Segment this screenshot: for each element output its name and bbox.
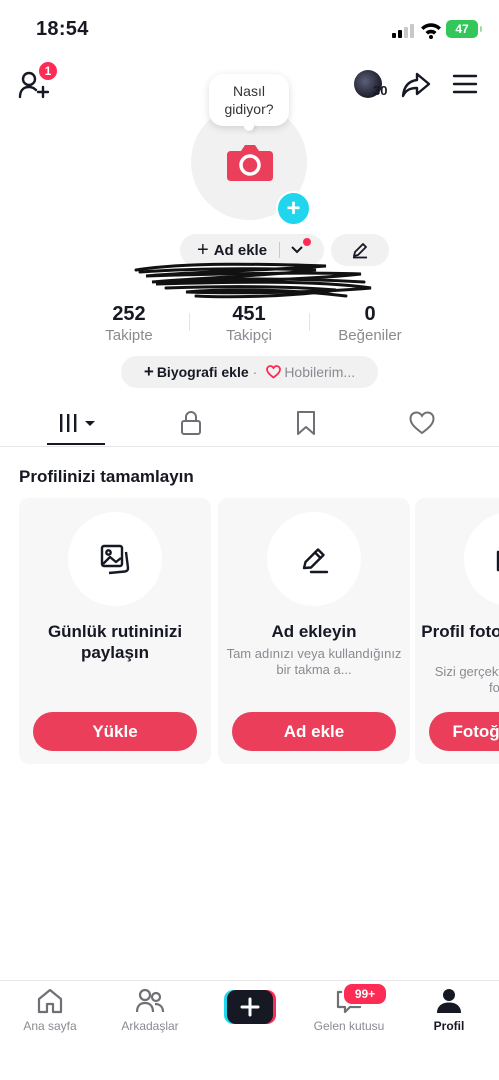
menu-icon[interactable] <box>452 73 478 95</box>
tab-liked[interactable] <box>404 408 440 438</box>
battery-icon: 47 <box>446 20 482 38</box>
stat-likes-count[interactable]: 0 <box>310 303 430 326</box>
redacted-username <box>134 262 372 299</box>
nav-inbox-label: Gelen kutusu <box>313 1019 385 1033</box>
card-icon-circle <box>68 512 162 606</box>
share-icon[interactable] <box>400 70 432 100</box>
camera-icon <box>227 145 273 181</box>
tab-saved[interactable] <box>288 408 324 438</box>
hobbies-label: Hobilerim... <box>284 364 356 380</box>
bookmark-icon <box>297 411 315 435</box>
nav-profile-label: Profil <box>433 1019 465 1033</box>
nav-friends-label: Arkadaşlar <box>121 1019 179 1033</box>
heart-icon <box>409 411 435 435</box>
divider <box>0 446 499 447</box>
section-title: Profilinizi tamamlayın <box>19 467 194 486</box>
pencil-icon <box>302 548 329 574</box>
card-title: Ad ekleyin <box>271 622 357 641</box>
add-name-card-button[interactable]: Ad ekle <box>232 712 396 751</box>
card-title: Profil fotoğrafı ekleyin <box>421 622 499 641</box>
divider <box>0 980 499 981</box>
inbox-badge: 99+ <box>342 982 388 1006</box>
notification-dot <box>303 238 311 246</box>
separator: · <box>252 364 258 380</box>
card-subtitle: Tam adınızı veya kullandığınız bir takma… <box>226 646 402 677</box>
profile-task-card: Ad ekleyin Tam adınızı veya kullandığını… <box>218 498 410 764</box>
friend-requests-badge: 1 <box>37 60 59 82</box>
profile-task-card: Profil fotoğrafı ekleyin Sizi gerçekten … <box>415 498 499 764</box>
add-name-label: Ad ekle <box>213 241 268 259</box>
upload-photo-button[interactable]: Fotoğraf yükle <box>429 712 499 751</box>
card-title: Günlük rutininizi paylaşın <box>47 622 183 662</box>
status-time: 18:54 <box>36 18 89 40</box>
wifi-icon <box>421 23 441 39</box>
active-tab-indicator <box>47 443 105 445</box>
card-icon-circle <box>464 512 499 606</box>
lock-icon <box>181 411 201 435</box>
nav-friends[interactable]: Arkadaşlar <box>105 986 195 1046</box>
nav-profile[interactable]: Profil <box>404 986 494 1046</box>
heart-icon <box>266 365 282 379</box>
stat-likes-label: Beğeniler <box>338 327 402 344</box>
photos-icon <box>100 544 130 575</box>
signal-icon <box>392 24 416 38</box>
stat-following-label: Takipte <box>105 327 153 344</box>
add-photo-button[interactable]: + <box>276 191 311 226</box>
add-bio-button[interactable]: + Biyografi ekle · Hobilerim... <box>121 356 378 388</box>
stat-following-count[interactable]: 252 <box>69 303 189 326</box>
card-icon-circle <box>267 512 361 606</box>
story-count: 30 <box>373 83 388 98</box>
tab-private[interactable] <box>173 408 209 438</box>
home-icon <box>37 988 63 1014</box>
friends-icon <box>135 988 165 1013</box>
profile-task-card: Günlük rutininizi paylaşın Yükle <box>19 498 211 764</box>
card-content: Profil fotoğrafı ekleyin Sizi gerçekten … <box>415 498 499 764</box>
card-subtitle: Sizi gerçekten yansıtan bir fotoğraf <box>434 664 499 695</box>
stat-followers-count[interactable]: 451 <box>189 303 309 326</box>
pencil-icon <box>353 243 367 259</box>
camera-icon <box>496 550 499 572</box>
upload-button[interactable]: Yükle <box>33 712 197 751</box>
nav-home-label: Ana sayfa <box>23 1019 77 1033</box>
profile-icon <box>437 989 461 1013</box>
create-icon[interactable] <box>224 990 276 1024</box>
prompt-bubble[interactable]: Nasıl gidiyor? <box>209 74 289 131</box>
tab-videos[interactable] <box>58 408 100 438</box>
stat-followers-label: Takipçi <box>226 327 272 344</box>
plus-icon: + <box>143 362 154 381</box>
grid-icon <box>60 414 95 432</box>
plus-icon: + <box>197 239 209 261</box>
divider <box>279 242 281 258</box>
nav-home[interactable]: Ana sayfa <box>5 986 95 1046</box>
battery-level: 47 <box>455 22 469 36</box>
chevron-down-icon[interactable] <box>290 245 304 255</box>
add-bio-label: Biyografi ekle <box>156 364 249 380</box>
